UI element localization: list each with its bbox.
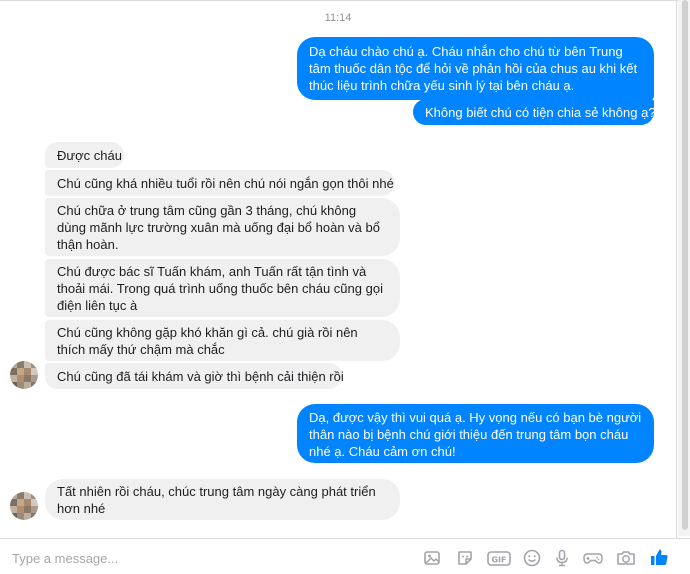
received-message: Chú cũng khá nhiều tuổi rồi nên chú nói … (45, 170, 395, 196)
thumbs-up-icon[interactable] (648, 546, 670, 568)
microphone-icon[interactable] (552, 548, 572, 568)
received-message: Chú chữa ở trung tâm cũng gần 3 tháng, c… (45, 198, 400, 256)
message-timestamp: 11:14 (324, 12, 352, 24)
contact-avatar[interactable] (10, 361, 38, 389)
received-message: Chú cũng đã tái khám và giờ thì bệnh cải… (45, 363, 344, 389)
emoji-icon[interactable] (522, 548, 542, 568)
scrollbar-thumb[interactable] (682, 0, 688, 530)
camera-icon[interactable] (615, 548, 637, 568)
gif-icon[interactable]: GIF (487, 548, 511, 568)
received-message: Tất nhiên rồi cháu, chúc trung tâm ngày … (45, 479, 400, 520)
image-icon[interactable] (422, 548, 442, 568)
sent-message: Dạ cháu chào chú ạ. Cháu nhắn cho chú từ… (297, 37, 654, 100)
game-icon[interactable] (582, 548, 604, 568)
window-right-border (676, 0, 677, 574)
sticker-icon[interactable] (455, 548, 475, 568)
message-composer: GIF (0, 538, 690, 574)
contact-avatar[interactable] (10, 492, 38, 520)
svg-text:GIF: GIF (491, 556, 506, 565)
received-message: Chú được bác sĩ Tuấn khám, anh Tuấn rất … (45, 259, 400, 317)
sent-message: Dạ, được vậy thì vui quá ạ. Hy vọng nếu … (297, 404, 654, 463)
sent-message: Không biết chú có tiện chia sẻ không ạ? (413, 99, 656, 125)
received-message: Chú cũng không gặp khó khăn gì cả. chú g… (45, 320, 400, 361)
window-top-border (0, 0, 690, 1)
message-input[interactable] (12, 549, 392, 567)
received-message: Được cháu (45, 142, 124, 168)
